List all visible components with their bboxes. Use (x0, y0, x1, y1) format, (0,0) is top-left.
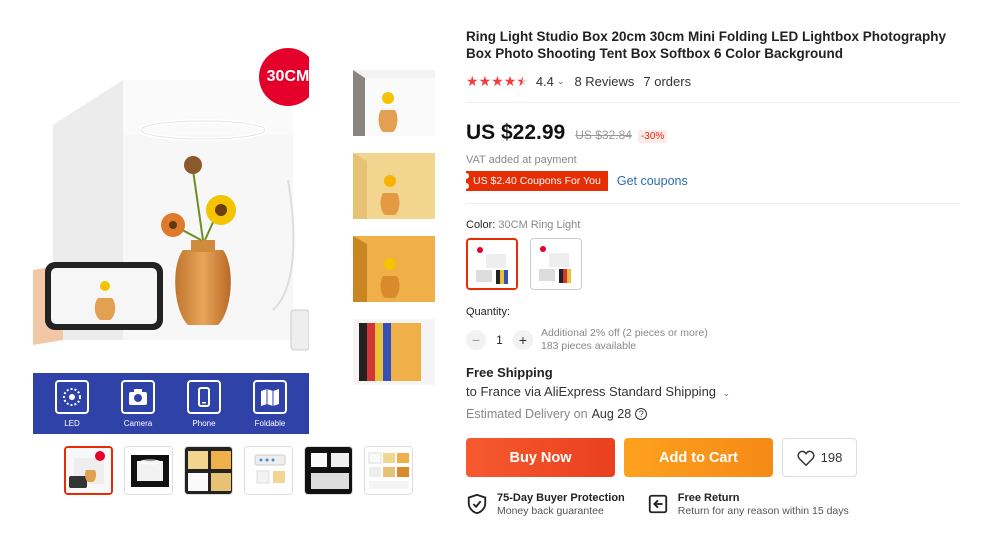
current-price: US $22.99 (466, 121, 566, 144)
star-rating[interactable]: ★ ★ ★ ★ ★ (466, 73, 529, 90)
shipping-title: Free Shipping (466, 365, 553, 380)
reviews-link[interactable]: 8 Reviews (574, 74, 634, 89)
vat-note: VAT added at payment (466, 154, 577, 166)
guarantee-subtitle: Return for any reason within 15 days (677, 505, 849, 517)
guarantee-title: 75-Day Buyer Protection (497, 492, 625, 504)
feature-bar: LED Camera Phone Foldable (33, 373, 309, 434)
shipping-method-text: to France via AliExpress Standard Shippi… (466, 384, 717, 399)
color-option-30cm-ring-light[interactable] (466, 238, 518, 290)
feature-led: LED (44, 379, 100, 428)
chevron-down-icon: ⌄ (722, 388, 731, 398)
product-info: Ring Light Studio Box 20cm 30cm Mini Fol… (463, 28, 962, 517)
thumbnail[interactable] (304, 446, 353, 495)
feature-label: Foldable (254, 418, 286, 428)
feature-label: LED (64, 418, 80, 428)
phone-icon (187, 379, 221, 414)
foldable-icon (253, 379, 287, 414)
thumbnail[interactable] (64, 446, 113, 495)
delivery-date: Aug 28 (591, 407, 632, 421)
shield-check-icon (467, 493, 487, 515)
feature-camera: Camera (110, 379, 166, 428)
get-coupons-link[interactable]: Get coupons (617, 174, 688, 188)
size-badge: 30CM (259, 48, 309, 106)
shipping-method[interactable]: to France via AliExpress Standard Shippi… (466, 384, 962, 399)
coupon-row: US $2.40 Coupons For You Get coupons (463, 171, 962, 191)
thumbnail[interactable] (364, 446, 413, 495)
stock-available: 183 pieces available (541, 340, 637, 352)
purchase-actions: Buy Now Add to Cart 198 (466, 438, 962, 477)
star-icon: ★ (478, 73, 492, 89)
preview-white-light[interactable] (353, 70, 435, 136)
quantity-value[interactable]: 1 (486, 333, 513, 347)
color-options (466, 238, 962, 290)
free-return[interactable]: Free Return Return for any reason within… (647, 492, 849, 517)
bulk-discount-note: Additional 2% off (2 pieces or more) (541, 327, 708, 339)
coupon-badge[interactable]: US $2.40 Coupons For You (463, 171, 608, 191)
led-ring-icon (55, 379, 89, 414)
color-selected-value: 30CM Ring Light (498, 219, 581, 231)
thumbnail-strip (64, 446, 413, 495)
heart-icon (797, 450, 815, 466)
color-option-2[interactable] (530, 238, 582, 290)
product-title: Ring Light Studio Box 20cm 30cm Mini Fol… (466, 29, 946, 61)
original-price: US $32.84 (575, 128, 632, 142)
side-color-previews (353, 70, 435, 402)
add-to-cart-button[interactable]: Add to Cart (624, 438, 773, 477)
increase-quantity-button[interactable]: + (513, 330, 533, 350)
return-icon (648, 494, 667, 514)
quantity-stepper: − 1 + Additional 2% off (2 pieces or mor… (466, 327, 962, 353)
preview-warm-light[interactable] (353, 153, 435, 219)
rating-score[interactable]: 4.4 (536, 74, 554, 89)
buyer-protection[interactable]: 75-Day Buyer Protection Money back guara… (466, 492, 625, 517)
price-row: US $22.99 US $32.84 -30% (466, 121, 962, 145)
feature-phone: Phone (176, 379, 232, 428)
orders-count: 7 orders (643, 74, 692, 89)
star-icon: ★ (503, 73, 517, 89)
star-icon: ★ (466, 73, 479, 89)
quantity-label: Quantity: (466, 306, 511, 318)
discount-badge: -30% (637, 130, 668, 143)
color-label-text: Color: (466, 219, 496, 231)
delivery-label: Estimated Delivery on (466, 407, 588, 421)
thumbnail[interactable] (184, 446, 233, 495)
decrease-quantity-button[interactable]: − (466, 330, 486, 350)
estimated-delivery: Estimated Delivery on Aug 28 ? (466, 407, 962, 421)
half-star-icon: ★ (516, 73, 529, 89)
divider (466, 203, 960, 204)
feature-label: Phone (192, 418, 216, 428)
help-icon[interactable]: ? (635, 408, 648, 420)
guarantees: 75-Day Buyer Protection Money back guara… (466, 492, 962, 517)
guarantee-title: Free Return (677, 492, 740, 504)
camera-icon (121, 379, 155, 414)
feature-foldable: Foldable (242, 379, 298, 428)
thumbnail[interactable] (124, 446, 173, 495)
color-label: Color: 30CM Ring Light (466, 219, 962, 231)
quantity-note: Additional 2% off (2 pieces or more) 183… (541, 327, 708, 353)
preview-color-backgrounds[interactable] (353, 319, 435, 385)
feature-label: Camera (123, 418, 153, 428)
rating-row: ★ ★ ★ ★ ★ 4.4 ⌄ 8 Reviews 7 orders (466, 73, 962, 90)
preview-orange-light[interactable] (353, 236, 435, 302)
main-product-image[interactable]: 30CM LED Camera Phone Foldable (33, 40, 309, 434)
wishlist-count: 198 (820, 450, 843, 465)
thumbnail[interactable] (244, 446, 293, 495)
guarantee-subtitle: Money back guarantee (497, 505, 604, 517)
buy-now-button[interactable]: Buy Now (466, 438, 615, 477)
divider (466, 102, 960, 103)
star-icon: ★ (491, 73, 504, 89)
chevron-down-icon[interactable]: ⌄ (557, 76, 565, 87)
wishlist-button[interactable]: 198 (782, 438, 857, 477)
